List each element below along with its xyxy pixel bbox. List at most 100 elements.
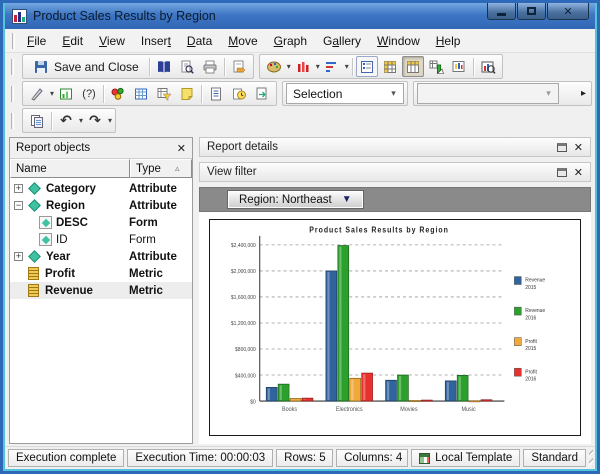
graph-gallery-button[interactable] [477,56,499,77]
redo-button[interactable]: ↷ [84,110,106,131]
object-tree: + Category Attribute − Region Attribute DESC Fo… [10,178,192,443]
drilling-button[interactable] [107,83,129,104]
status-mode: Standard [523,449,586,467]
help-button[interactable]: (?) [78,83,100,104]
region-filter-dropdown[interactable]: Region: Northeast ▼ [227,190,364,209]
sql-view-button[interactable] [448,56,470,77]
y-tick-label: $2,400,000 [231,243,256,249]
grid-view-button[interactable] [379,56,401,77]
tree-row-category[interactable]: + Category Attribute [10,180,192,197]
send-to-button[interactable] [228,56,250,77]
menu-help[interactable]: Help [429,31,468,51]
object-name: DESC [56,216,88,229]
title-bar: Product Sales Results by Region ✕ [5,3,595,29]
template-icon [419,452,431,464]
menu-insert[interactable]: Insert [134,31,178,51]
object-type: Form [129,233,156,246]
sql-view-icon [452,60,465,72]
tree-row-desc[interactable]: DESC Form [10,214,192,231]
save-and-close-button[interactable]: Save and Close [26,56,146,77]
secondary-combobox: ▾ [417,83,560,104]
report-details-close-icon[interactable]: ✕ [574,141,583,154]
report-objects-close-icon[interactable]: ✕ [177,142,186,155]
menu-gallery[interactable]: Gallery [316,31,368,51]
view-filter-button[interactable] [153,83,175,104]
view-filter-bar: View filter ✕ [199,162,591,182]
history-button[interactable] [228,83,250,104]
tree-expander-icon[interactable]: − [14,201,23,210]
grid-graph-view-button[interactable] [425,56,447,77]
tree-row-region[interactable]: − Region Attribute [10,197,192,214]
redo-caret-icon[interactable]: ▾ [108,116,112,125]
toolbar-grip[interactable] [11,112,14,129]
tree-row-year[interactable]: + Year Attribute [10,248,192,265]
object-type: Metric [129,267,163,280]
bar-chart: Product Sales Results by Region $0 $400,00… [231,225,545,413]
sorting-caret-icon[interactable]: ▾ [345,62,349,71]
column-header-type[interactable]: Type ▵ [130,159,192,178]
graph-type-button[interactable] [292,56,314,77]
notes-button[interactable] [176,83,198,104]
undo-button[interactable]: ↶ [55,110,77,131]
bar [468,400,481,403]
chart-title: Product Sales Results by Region [309,225,449,235]
sorting-button[interactable] [321,56,343,77]
tree-expander-icon[interactable]: + [14,184,23,193]
toolbar-overflow-icon[interactable]: ▸ [581,88,588,99]
tree-row-revenue[interactable]: Revenue Metric [10,282,192,299]
palette-caret-icon[interactable]: ▾ [287,62,291,71]
view-filter-restore-icon[interactable] [556,167,567,177]
menu-move[interactable]: Move [221,31,264,51]
bar [409,400,421,403]
attribute-icon [28,250,41,263]
sticky-note-icon [181,87,193,100]
menu-graph[interactable]: Graph [267,31,314,51]
tree-row-profit[interactable]: Profit Metric [10,265,192,282]
toolbar-grip[interactable] [11,85,14,102]
resize-grip[interactable] [589,449,593,467]
app-window: Product Sales Results by Region ✕ File Ed… [0,0,600,474]
graph-type-caret-icon[interactable]: ▾ [316,62,320,71]
form-icon [39,233,52,246]
graph-view-button[interactable] [401,56,424,77]
maximize-button[interactable] [517,3,546,20]
formatting-palette-button[interactable] [263,56,285,77]
export-button[interactable] [251,83,273,104]
format-painter-caret-icon[interactable]: ▾ [50,89,54,98]
toolbar-grip[interactable] [11,58,14,75]
format-painter-button[interactable] [26,83,48,104]
tree-expander-icon[interactable]: + [14,252,23,261]
menu-window[interactable]: Window [370,31,427,51]
toolbar-main: Save and Close ▾ ▾ ▾ [5,53,595,80]
menu-data[interactable]: Data [180,31,219,51]
grid-graph-view-icon [429,60,444,74]
status-execution-time: Execution Time: 00:00:03 [127,449,274,467]
selection-combo-caret-icon[interactable]: ▾ [386,88,401,99]
menu-edit[interactable]: Edit [55,31,90,51]
chart-container[interactable]: Product Sales Results by Region $0 $400,00… [209,219,581,436]
menu-file[interactable]: File [20,31,53,51]
minimize-button[interactable] [487,3,516,20]
menu-view[interactable]: View [92,31,132,51]
toolbar-grip[interactable] [12,32,15,49]
grid-options-button[interactable] [130,83,152,104]
column-header-name[interactable]: Name [10,159,130,178]
print-preview-button[interactable] [176,56,198,77]
attribute-icon [28,199,41,212]
close-button[interactable]: ✕ [547,3,589,20]
tree-row-id[interactable]: ID Form [10,231,192,248]
page-setup-button[interactable] [153,56,175,77]
view-filter-close-icon[interactable]: ✕ [574,166,583,179]
legend-label: 2015 [525,285,536,291]
copy-button[interactable] [26,110,48,131]
report-details-button[interactable] [205,83,227,104]
print-button[interactable] [199,56,221,77]
undo-caret-icon[interactable]: ▾ [79,116,83,125]
book-icon [157,60,170,72]
toolbar-edit: ↶ ▾ ↷ ▾ [5,107,595,134]
design-view-button[interactable] [355,56,378,77]
insert-metric-button[interactable] [55,83,77,104]
selection-combobox[interactable]: Selection ▾ [286,83,405,104]
report-details-restore-icon[interactable] [556,142,567,152]
grid-view-icon [383,60,396,73]
